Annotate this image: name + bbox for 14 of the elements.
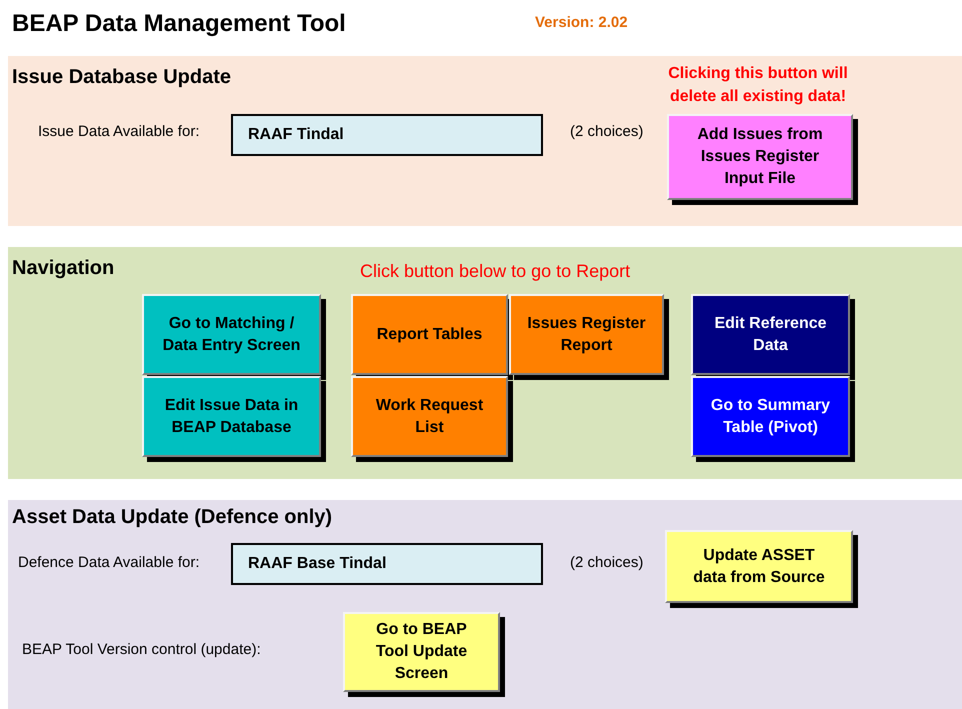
version-label: Version: 2.02	[535, 14, 628, 31]
section-heading: Issue Database Update	[12, 66, 231, 89]
field-label: Defence Data Available for:	[18, 554, 200, 571]
section-heading: Navigation	[12, 257, 114, 280]
site-field[interactable]: RAAF Base Tindal	[231, 543, 543, 585]
choices-label: (2 choices)	[570, 123, 644, 140]
section-heading: Asset Data Update (Defence only)	[12, 506, 332, 529]
app-title: BEAP Data Management Tool	[12, 10, 346, 38]
hint-text: Click button below to go to Report	[360, 261, 630, 282]
warning-text: Clicking this button will delete all existing data!	[667, 64, 849, 107]
field-label: Issue Data Available for:	[38, 123, 200, 140]
version-control-label: BEAP Tool Version control (update):	[22, 641, 261, 658]
choices-label: (2 choices)	[570, 554, 644, 571]
site-field[interactable]: RAAF Tindal	[231, 114, 543, 156]
